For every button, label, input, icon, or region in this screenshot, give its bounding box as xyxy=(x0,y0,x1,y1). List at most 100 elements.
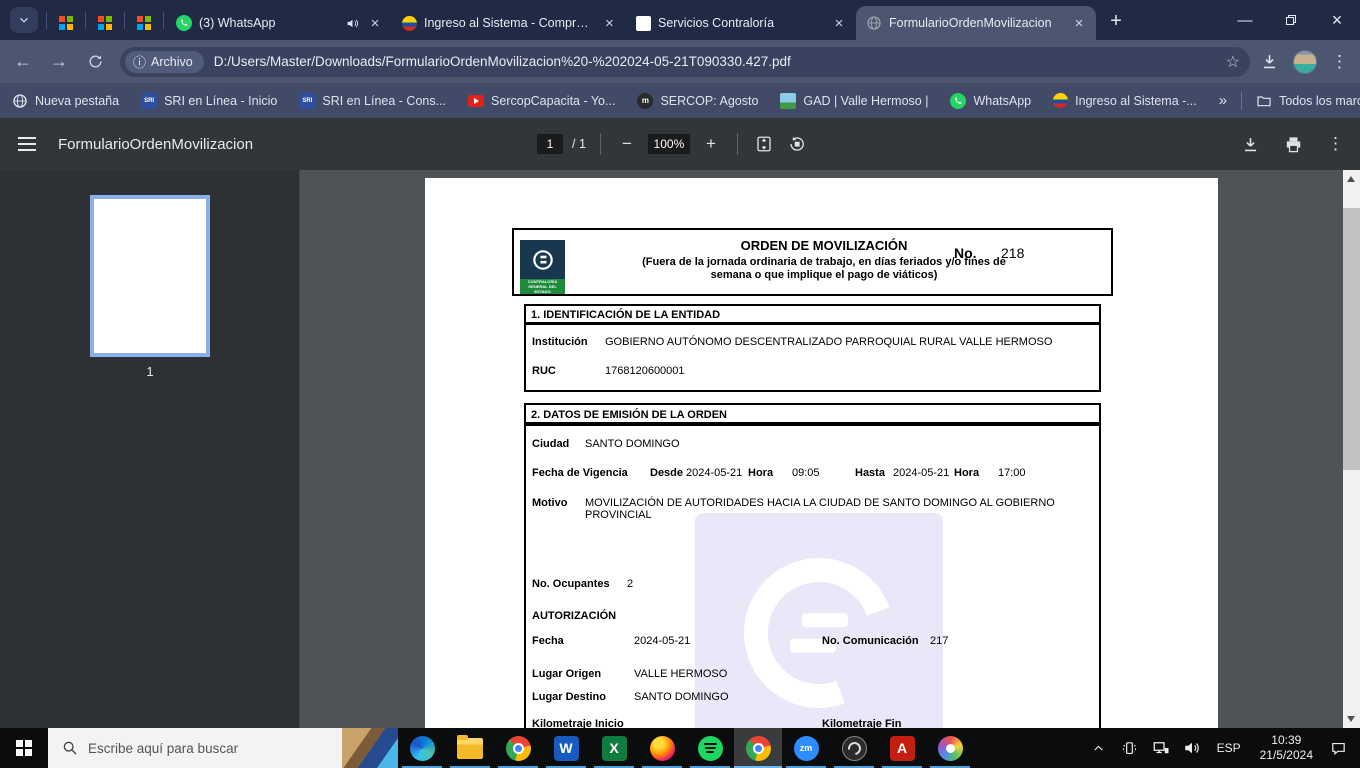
bookmark-label: SRI en Línea - Cons... xyxy=(322,93,447,108)
tray-volume-icon[interactable] xyxy=(1180,734,1204,762)
zoom-in-button[interactable]: + xyxy=(699,132,723,156)
rotate-icon xyxy=(790,136,804,151)
hora-desde-label: Hora xyxy=(748,467,774,479)
pdf-menu-icon[interactable] xyxy=(18,137,36,151)
taskbar-app-paint[interactable] xyxy=(926,728,974,768)
pinned-tab-microsoft-2[interactable] xyxy=(88,6,122,40)
page-number-input[interactable] xyxy=(537,134,563,154)
tray-phone-link-icon[interactable] xyxy=(1118,734,1142,762)
taskbar-app-firefox[interactable] xyxy=(638,728,686,768)
scroll-up-arrow[interactable] xyxy=(1347,176,1355,182)
vigencia-label: Fecha de Vigencia xyxy=(532,467,628,479)
taskbar-search-input[interactable] xyxy=(88,740,318,756)
start-button[interactable] xyxy=(0,728,48,768)
scroll-down-arrow[interactable] xyxy=(1347,716,1355,722)
file-scheme-chip[interactable]: ⓘ Archivo xyxy=(125,50,204,73)
page-thumbnail[interactable] xyxy=(90,195,210,357)
tab-ingreso-sistema[interactable]: Ingreso al Sistema - Compras P × xyxy=(392,6,626,40)
taskbar-app-chrome-active[interactable] xyxy=(734,728,782,768)
zoom-level-display[interactable]: 100% xyxy=(647,134,690,154)
pdf-thumbnail-sidebar: 1 xyxy=(0,170,300,728)
fit-page-button[interactable] xyxy=(752,132,776,156)
zoom-out-button[interactable]: − xyxy=(615,132,639,156)
tab-audio-icon[interactable] xyxy=(346,17,359,30)
taskbar-app-chrome[interactable] xyxy=(494,728,542,768)
bookmark-whatsapp[interactable]: WhatsApp xyxy=(950,92,1031,109)
taskbar-app-edge[interactable] xyxy=(398,728,446,768)
chevron-up-icon xyxy=(1094,745,1103,751)
browser-menu-icon[interactable]: ⋮ xyxy=(1331,52,1348,72)
taskbar-app-excel[interactable]: X xyxy=(590,728,638,768)
tab-search-button[interactable] xyxy=(10,7,38,33)
reload-icon xyxy=(88,55,102,68)
pdf-toolbar: FormularioOrdenMovilizacion / 1 − 100% +… xyxy=(0,118,1360,170)
viewer-scrollbar[interactable] xyxy=(1343,170,1360,728)
action-center-icon[interactable] xyxy=(1326,734,1350,762)
restore-icon xyxy=(1286,15,1296,25)
bookmark-gad-valle-hermoso[interactable]: GAD | Valle Hermoso | xyxy=(780,92,928,109)
taskbar-app-zoom[interactable]: zm xyxy=(782,728,830,768)
obs-icon xyxy=(841,735,867,761)
taskbar-app-spotify[interactable] xyxy=(686,728,734,768)
tab-separator xyxy=(163,12,164,29)
bookmarks-overflow-icon[interactable]: » xyxy=(1219,92,1227,109)
bookmark-star-icon[interactable]: ☆ xyxy=(1226,52,1240,72)
pdf-toolbar-left: FormularioOrdenMovilizacion xyxy=(18,118,253,170)
tab-close-icon[interactable]: × xyxy=(830,14,848,32)
km-inicio-label: Kilometraje Inicio xyxy=(532,718,624,728)
pdf-toolbar-center: / 1 − 100% + xyxy=(537,118,809,170)
pdf-more-icon[interactable]: ⋮ xyxy=(1327,134,1344,154)
tray-expand-chevron[interactable] xyxy=(1087,734,1111,762)
bookmark-sercop-agosto[interactable]: m SERCOP: Agosto xyxy=(637,92,758,109)
pdf-download-icon[interactable] xyxy=(1241,135,1260,154)
windows-taskbar: W X zm A ESP 10:39 21/5/2024 xyxy=(0,728,1360,768)
section2-title: 2. DATOS DE EMISIÓN DE LA ORDEN xyxy=(531,409,727,421)
system-tray: ESP 10:39 21/5/2024 xyxy=(1087,728,1360,768)
taskbar-app-obs[interactable] xyxy=(830,728,878,768)
bookmark-sercopcapacita[interactable]: SercopCapacita - Yo... xyxy=(468,94,615,108)
taskbar-app-acrobat[interactable]: A xyxy=(878,728,926,768)
tab-close-icon[interactable]: × xyxy=(1070,14,1088,32)
ciudad-label: Ciudad xyxy=(532,438,570,450)
bookmark-sri-inicio[interactable]: SRI SRI en Línea - Inicio xyxy=(141,92,278,109)
chip-label: Archivo xyxy=(151,54,193,69)
tab-whatsapp[interactable]: (3) WhatsApp × xyxy=(166,6,392,40)
scrollbar-thumb[interactable] xyxy=(1343,208,1360,470)
downloads-icon[interactable] xyxy=(1260,52,1279,71)
pinned-tab-microsoft-1[interactable] xyxy=(49,6,83,40)
comunicacion-value: 217 xyxy=(930,635,949,647)
pinned-tab-microsoft-3[interactable] xyxy=(127,6,161,40)
bookmark-ingreso-sistema[interactable]: Ingreso al Sistema -... xyxy=(1053,93,1197,108)
tab-close-icon[interactable]: × xyxy=(601,14,618,32)
taskbar-clock[interactable]: 10:39 21/5/2024 xyxy=(1254,733,1319,763)
window-controls: — × xyxy=(1222,0,1360,40)
taskbar-app-explorer[interactable] xyxy=(446,728,494,768)
word-icon: W xyxy=(553,735,579,761)
tab-separator xyxy=(46,12,47,29)
new-tab-button[interactable]: + xyxy=(1102,7,1130,35)
bookmark-nueva-pestana[interactable]: Nueva pestaña xyxy=(12,93,119,109)
pdf-print-icon[interactable] xyxy=(1284,135,1303,154)
all-bookmarks-button[interactable]: Todos los marcadores xyxy=(1256,93,1360,109)
restore-button[interactable] xyxy=(1268,0,1314,40)
tab-servicios-contraloria[interactable]: Servicios Contraloría × xyxy=(626,6,856,40)
language-indicator[interactable]: ESP xyxy=(1211,741,1247,755)
address-bar-actions: ⋮ xyxy=(1260,49,1348,74)
rotate-button[interactable] xyxy=(785,132,809,156)
forward-button[interactable]: → xyxy=(46,49,72,75)
bookmark-sri-consultas[interactable]: SRI SRI en Línea - Cons... xyxy=(299,92,447,109)
minimize-button[interactable]: — xyxy=(1222,0,1268,40)
fit-page-icon xyxy=(757,136,771,152)
taskbar-app-word[interactable]: W xyxy=(542,728,590,768)
profile-avatar[interactable] xyxy=(1293,49,1317,74)
taskbar-search[interactable] xyxy=(48,728,398,768)
tab-close-icon[interactable]: × xyxy=(366,14,384,32)
back-button[interactable]: ← xyxy=(10,49,36,75)
reload-button[interactable] xyxy=(82,49,108,75)
bookmark-label: SRI en Línea - Inicio xyxy=(164,93,278,108)
close-button[interactable]: × xyxy=(1314,0,1360,40)
tray-network-icon[interactable] xyxy=(1149,734,1173,762)
lugar-destino-value: SANTO DOMINGO xyxy=(634,691,729,703)
tab-formulario-active[interactable]: FormularioOrdenMovilizacion × xyxy=(856,6,1096,40)
url-omnibox[interactable]: ⓘ Archivo D:/Users/Master/Downloads/Form… xyxy=(120,46,1250,77)
